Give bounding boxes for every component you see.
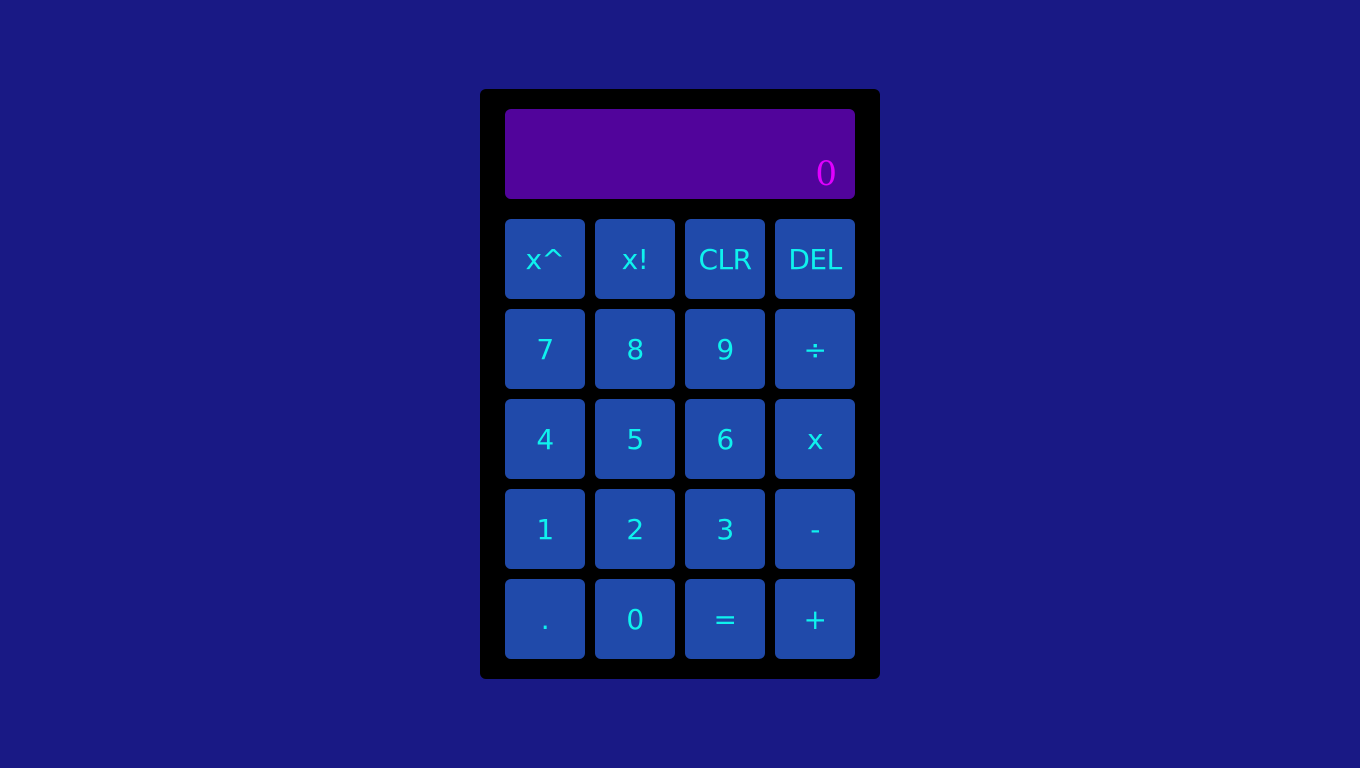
power-button[interactable]: x^	[505, 219, 585, 299]
digit-9-button[interactable]: 9	[685, 309, 765, 389]
add-button[interactable]: +	[775, 579, 855, 659]
delete-button[interactable]: DEL	[775, 219, 855, 299]
factorial-button[interactable]: x!	[595, 219, 675, 299]
calculator-display: 0	[505, 109, 855, 199]
digit-5-button[interactable]: 5	[595, 399, 675, 479]
digit-3-button[interactable]: 3	[685, 489, 765, 569]
calculator: 0 x^ x! CLR DEL 7 8 9 ÷ 4 5 6 x 1 2 3 - …	[480, 89, 880, 679]
digit-4-button[interactable]: 4	[505, 399, 585, 479]
digit-7-button[interactable]: 7	[505, 309, 585, 389]
digit-2-button[interactable]: 2	[595, 489, 675, 569]
display-value: 0	[815, 154, 837, 195]
digit-6-button[interactable]: 6	[685, 399, 765, 479]
keypad: x^ x! CLR DEL 7 8 9 ÷ 4 5 6 x 1 2 3 - . …	[505, 219, 855, 659]
divide-button[interactable]: ÷	[775, 309, 855, 389]
digit-1-button[interactable]: 1	[505, 489, 585, 569]
digit-0-button[interactable]: 0	[595, 579, 675, 659]
subtract-button[interactable]: -	[775, 489, 855, 569]
decimal-button[interactable]: .	[505, 579, 585, 659]
equals-button[interactable]: =	[685, 579, 765, 659]
clear-button[interactable]: CLR	[685, 219, 765, 299]
digit-8-button[interactable]: 8	[595, 309, 675, 389]
multiply-button[interactable]: x	[775, 399, 855, 479]
